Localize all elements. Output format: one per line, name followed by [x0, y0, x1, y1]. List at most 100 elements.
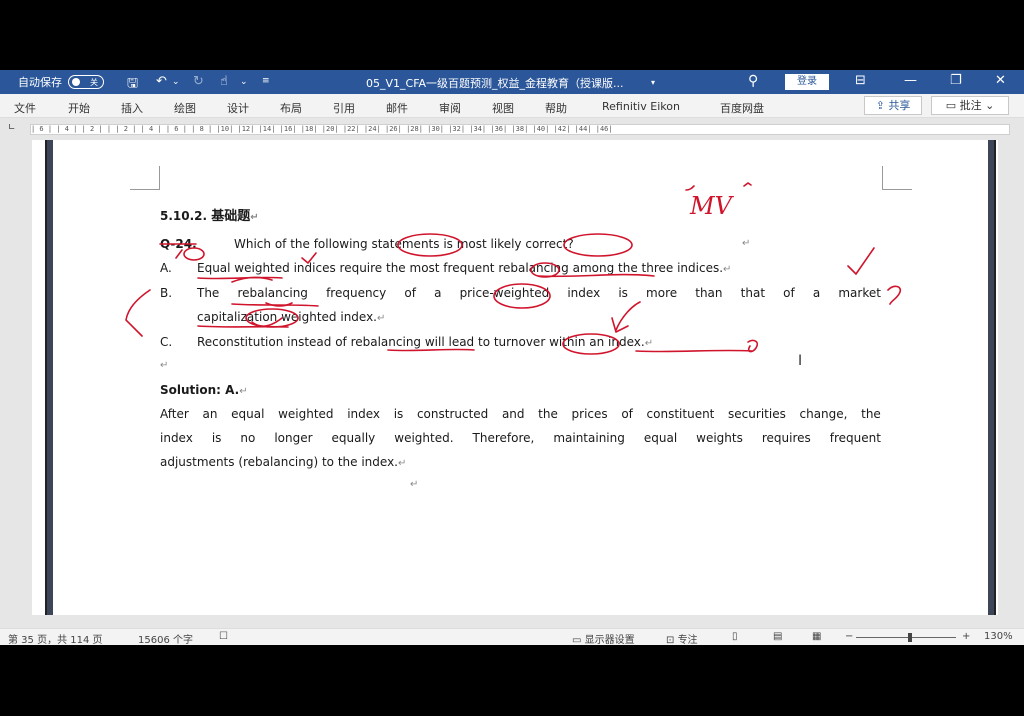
- read-mode-icon[interactable]: ▯: [732, 631, 738, 642]
- paragraph-mark: ↵: [742, 238, 751, 249]
- solution-word: constituent: [646, 407, 715, 421]
- search-icon[interactable]: ⚲: [748, 73, 758, 89]
- autosave-label: 自动保存: [18, 76, 62, 89]
- touch-mode-icon[interactable]: ☝: [220, 74, 228, 89]
- web-layout-icon[interactable]: ▦: [812, 631, 821, 642]
- ribbon-display-icon[interactable]: ⊟: [855, 73, 866, 88]
- word-count[interactable]: 15606 个字: [138, 631, 193, 646]
- solution-word: is: [211, 431, 222, 445]
- title-bar: 自动保存 关 🖫 ↶ ⌄ ↻ ☝ ⌄ ≡ 05_V1_CFA一级百题预测_权益_…: [0, 70, 1024, 94]
- horizontal-ruler: ∟ | 6 | | 4 | | 2 | | | 2 | | 4 | | 6 | …: [0, 118, 1024, 140]
- solution-word: equal: [643, 431, 678, 445]
- proofing-icon[interactable]: ☐: [219, 631, 228, 642]
- option-b-word: that: [740, 286, 766, 300]
- option-b-line-1: The rebalancing frequency of a price-weighted…: [197, 286, 881, 300]
- focus-mode[interactable]: ⊡ 专注: [666, 631, 698, 646]
- option-b-word: than: [695, 286, 723, 300]
- option-b-word: a: [434, 286, 442, 300]
- redo-icon[interactable]: ↻: [193, 74, 204, 89]
- option-b-word: frequency: [326, 286, 387, 300]
- page-left-border: [45, 140, 53, 615]
- solution-word: Therefore,: [472, 431, 535, 445]
- solution-word: requires: [761, 431, 811, 445]
- solution-word: constructed: [416, 407, 489, 421]
- solution-word: securities: [728, 407, 786, 421]
- solution-word: is: [393, 407, 404, 421]
- zoom-level[interactable]: 130%: [984, 631, 1013, 642]
- ibeam-cursor-icon: I: [798, 353, 803, 369]
- comment-icon: ▭: [945, 99, 960, 112]
- tab-insert[interactable]: 插入: [121, 100, 143, 116]
- option-b-word: market: [838, 286, 881, 300]
- touch-dropdown-icon[interactable]: ⌄: [240, 77, 248, 87]
- question-id: Q-24.: [160, 237, 197, 251]
- tab-baidu-netdisk[interactable]: 百度网盘: [720, 100, 764, 116]
- zoom-slider[interactable]: [856, 637, 956, 638]
- page-count[interactable]: 第 35 页，共 114 页: [8, 631, 103, 646]
- option-b-word: rebalancing: [237, 286, 308, 300]
- option-b-line-2: capitalization weighted index.↵: [197, 310, 386, 324]
- ruler-scale[interactable]: | 6 | | 4 | | 2 | | | 2 | | 4 | | 6 | | …: [30, 124, 1010, 135]
- tab-layout[interactable]: 布局: [280, 100, 302, 116]
- tab-mailings[interactable]: 邮件: [386, 100, 408, 116]
- option-b-word: The: [197, 286, 220, 300]
- tab-view[interactable]: 视图: [492, 100, 514, 116]
- minimize-icon[interactable]: —: [904, 73, 917, 88]
- margin-corner-left: [130, 166, 160, 190]
- section-heading: 5.10.2. 基础题↵: [160, 209, 259, 224]
- tab-design[interactable]: 设计: [227, 100, 249, 116]
- solution-word: equal: [231, 407, 265, 421]
- zoom-out-icon[interactable]: −: [845, 631, 853, 642]
- solution-word: After: [160, 407, 189, 421]
- autosave-toggle[interactable]: 关: [68, 75, 104, 89]
- zoom-in-icon[interactable]: +: [962, 631, 970, 642]
- tab-refinitiv-eikon[interactable]: Refinitiv Eikon: [602, 100, 680, 113]
- solution-word: the: [538, 407, 558, 421]
- undo-icon[interactable]: ↶: [156, 74, 167, 89]
- margin-corner-right: [882, 166, 912, 190]
- customize-toolbar-icon[interactable]: ≡: [262, 76, 270, 86]
- solution-word: no: [240, 431, 256, 445]
- tab-review[interactable]: 审阅: [439, 100, 461, 116]
- tab-draw[interactable]: 绘图: [174, 100, 196, 116]
- option-letter-b: B.: [160, 286, 173, 300]
- share-icon: ⇪: [875, 99, 889, 112]
- display-icon: ▭: [572, 635, 585, 646]
- trailing-paragraph-mark: ↵: [410, 479, 419, 490]
- undo-dropdown-icon[interactable]: ⌄: [172, 77, 180, 87]
- tab-file[interactable]: 文件: [14, 100, 36, 116]
- option-a-text: Equal weighted indices require the most …: [197, 261, 732, 275]
- solution-word: an: [202, 407, 218, 421]
- option-b-word: more: [646, 286, 678, 300]
- solution-word: index: [347, 407, 381, 421]
- save-icon[interactable]: 🖫: [127, 74, 138, 96]
- solution-line-2: index is no longer equally weighted. Therefore…: [160, 431, 881, 445]
- option-b-word: a: [812, 286, 821, 300]
- document-title: 05_V1_CFA一级百题预测_权益_金程教育（授课版...: [366, 77, 624, 90]
- solution-word: weighted.: [394, 431, 454, 445]
- tab-home[interactable]: 开始: [68, 100, 90, 116]
- zoom-slider-thumb[interactable]: [908, 633, 912, 642]
- solution-word: equally: [331, 431, 376, 445]
- solution-line-3: adjustments (rebalancing) to the index.↵: [160, 455, 407, 469]
- close-icon[interactable]: ✕: [995, 73, 1006, 88]
- option-b-word: index: [567, 286, 601, 300]
- document-canvas: [0, 140, 1024, 628]
- option-c-text: Reconstitution instead of rebalancing wi…: [197, 335, 654, 349]
- solution-word: weighted: [278, 407, 334, 421]
- solution-word: of: [621, 407, 633, 421]
- print-layout-icon[interactable]: ▤: [773, 631, 782, 642]
- title-dropdown-icon[interactable]: ▾: [651, 78, 655, 87]
- tab-help[interactable]: 帮助: [545, 100, 567, 116]
- solution-line-1: After an equal weighted index is constructed an…: [160, 407, 881, 421]
- tab-references[interactable]: 引用: [333, 100, 355, 116]
- share-button[interactable]: ⇪ 共享: [864, 96, 922, 115]
- login-button[interactable]: 登录: [785, 74, 829, 90]
- tab-stop-selector[interactable]: ∟: [8, 123, 16, 133]
- restore-icon[interactable]: ❐: [950, 73, 962, 88]
- solution-word: index: [160, 431, 193, 445]
- option-letter-c: C.: [160, 335, 173, 349]
- autosave-control[interactable]: 自动保存 关: [18, 74, 104, 90]
- comments-button[interactable]: ▭ 批注 ⌄: [931, 96, 1009, 115]
- display-settings[interactable]: ▭ 显示器设置: [572, 631, 635, 646]
